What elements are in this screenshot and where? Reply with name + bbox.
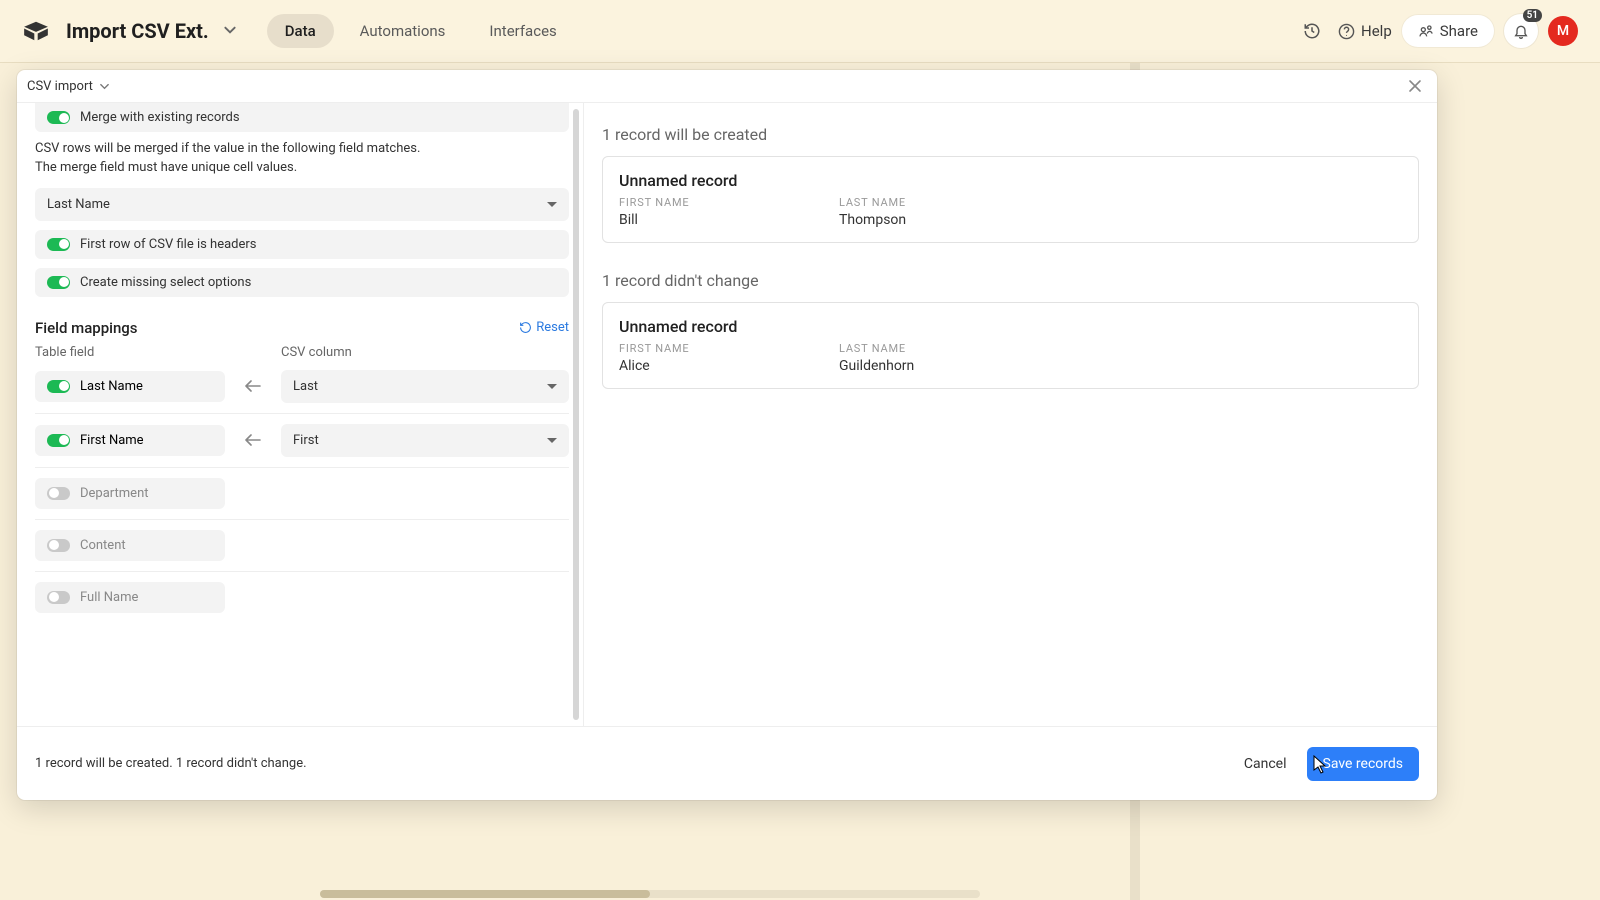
merge-help-text: CSV rows will be merged if the value in …: [35, 132, 569, 188]
merge-toggle-label: Merge with existing records: [80, 110, 240, 125]
record-card: Unnamed record First Name Bill Last Name Tho…: [602, 156, 1419, 243]
base-title[interactable]: Import CSV Ext.: [66, 19, 209, 43]
top-bar: Import CSV Ext. Data Automations Interfa…: [0, 0, 1600, 63]
record-field-value: Bill: [619, 212, 759, 228]
preview-panel: 1 record will be created Unnamed record F…: [584, 103, 1437, 726]
mapping-toggle[interactable]: [47, 380, 70, 393]
merge-help-line-1: CSV rows will be merged if the value in …: [35, 140, 551, 159]
col-csv-column: CSV column: [281, 345, 352, 360]
mapping-field-label: First Name: [80, 433, 144, 448]
mapping-toggle[interactable]: [47, 539, 70, 552]
triangle-down-icon: [547, 202, 557, 207]
record-field-value: Thompson: [839, 212, 979, 228]
record-field: Last Name Guildenhorn: [839, 342, 979, 374]
mapping-field-cell: Last Name: [35, 371, 225, 402]
create-missing-toggle[interactable]: [47, 276, 70, 289]
csv-import-dialog: CSV import Merge with existing records C…: [17, 70, 1437, 800]
avatar[interactable]: M: [1548, 16, 1578, 46]
history-icon[interactable]: [1296, 15, 1328, 47]
save-records-label: Save records: [1323, 756, 1404, 772]
record-field-value: Alice: [619, 358, 759, 374]
tab-interfaces[interactable]: Interfaces: [471, 14, 574, 48]
mapping-field-cell: Department: [35, 478, 225, 509]
create-missing-toggle-row: Create missing select options: [35, 268, 569, 297]
create-missing-toggle-label: Create missing select options: [80, 275, 251, 290]
mapping-row: Last Name Last: [35, 360, 569, 414]
save-records-button[interactable]: Save records: [1307, 747, 1420, 781]
reset-mappings-button[interactable]: Reset: [519, 320, 569, 335]
mapping-field-cell: First Name: [35, 425, 225, 456]
tab-automations[interactable]: Automations: [342, 14, 464, 48]
cancel-button[interactable]: Cancel: [1228, 747, 1303, 781]
chevron-down-icon: [99, 81, 110, 92]
mapping-field-label: Last Name: [80, 379, 143, 394]
help-label: Help: [1361, 22, 1392, 40]
mapping-field-cell: Content: [35, 530, 225, 561]
merge-field-value: Last Name: [47, 197, 110, 212]
mapping-row: First Name First: [35, 414, 569, 468]
merge-toggle-row: Merge with existing records: [35, 103, 569, 132]
headers-toggle[interactable]: [47, 238, 70, 251]
mapping-field-label: Department: [80, 486, 149, 501]
mapping-toggle[interactable]: [47, 591, 70, 604]
left-scrollbar[interactable]: [571, 109, 581, 720]
merge-field-select[interactable]: Last Name: [35, 188, 569, 221]
footer-summary: 1 record will be created. 1 record didn'…: [35, 756, 307, 771]
bg-hscroll: [320, 888, 980, 900]
close-button[interactable]: [1403, 74, 1427, 98]
dialog-header: CSV import: [17, 70, 1437, 103]
mapping-field-cell: Full Name: [35, 582, 225, 613]
triangle-down-icon: [547, 384, 557, 389]
arrow-left-icon: [225, 379, 281, 393]
nav-tabs: Data Automations Interfaces: [267, 14, 575, 48]
mapping-field-label: Full Name: [80, 590, 138, 605]
mapping-row: Content: [35, 520, 569, 572]
help-button[interactable]: Help: [1338, 22, 1392, 40]
record-card: Unnamed record First Name Alice Last Name Gu…: [602, 302, 1419, 389]
record-field-label: First Name: [619, 342, 759, 355]
mapping-csv-value: First: [293, 433, 319, 448]
mapping-csv-value: Last: [293, 379, 318, 394]
merge-toggle[interactable]: [47, 111, 70, 124]
mapping-toggle[interactable]: [47, 434, 70, 447]
record-title: Unnamed record: [619, 317, 1402, 336]
app-icon: [22, 20, 50, 42]
mapping-csv-select[interactable]: First: [281, 424, 569, 457]
mapping-toggle[interactable]: [47, 487, 70, 500]
created-heading: 1 record will be created: [602, 125, 1419, 144]
merge-help-line-2: The merge field must have unique cell va…: [35, 159, 551, 178]
record-field: First Name Alice: [619, 342, 759, 374]
reset-label: Reset: [536, 320, 569, 335]
chevron-down-icon[interactable]: [223, 22, 237, 41]
headers-toggle-row: First row of CSV file is headers: [35, 230, 569, 259]
mapping-column-labels: Table field CSV column: [35, 345, 569, 360]
record-field: Last Name Thompson: [839, 196, 979, 228]
arrow-left-icon: [225, 433, 281, 447]
share-button[interactable]: Share: [1402, 15, 1494, 47]
headers-toggle-label: First row of CSV file is headers: [80, 237, 257, 252]
settings-panel: Merge with existing records CSV rows wil…: [17, 103, 584, 726]
record-field-label: Last Name: [839, 196, 979, 209]
col-table-field: Table field: [35, 345, 225, 360]
mapping-csv-select[interactable]: Last: [281, 370, 569, 403]
dialog-footer: 1 record will be created. 1 record didn'…: [17, 726, 1437, 800]
mapping-row: Department: [35, 468, 569, 520]
mapping-field-label: Content: [80, 538, 126, 553]
field-mappings-title: Field mappings: [35, 319, 138, 337]
share-label: Share: [1440, 22, 1478, 40]
notification-count-badge: 51: [1523, 9, 1542, 22]
record-field-label: First Name: [619, 196, 759, 209]
tab-data[interactable]: Data: [267, 14, 334, 48]
mapping-row: Full Name: [35, 572, 569, 623]
record-field-value: Guildenhorn: [839, 358, 979, 374]
record-field: First Name Bill: [619, 196, 759, 228]
triangle-down-icon: [547, 438, 557, 443]
dialog-title: CSV import: [27, 79, 93, 94]
record-field-label: Last Name: [839, 342, 979, 355]
record-title: Unnamed record: [619, 171, 1402, 190]
notifications-button[interactable]: 51: [1504, 14, 1538, 48]
dialog-title-dropdown[interactable]: CSV import: [27, 79, 110, 94]
unchanged-heading: 1 record didn't change: [602, 271, 1419, 290]
